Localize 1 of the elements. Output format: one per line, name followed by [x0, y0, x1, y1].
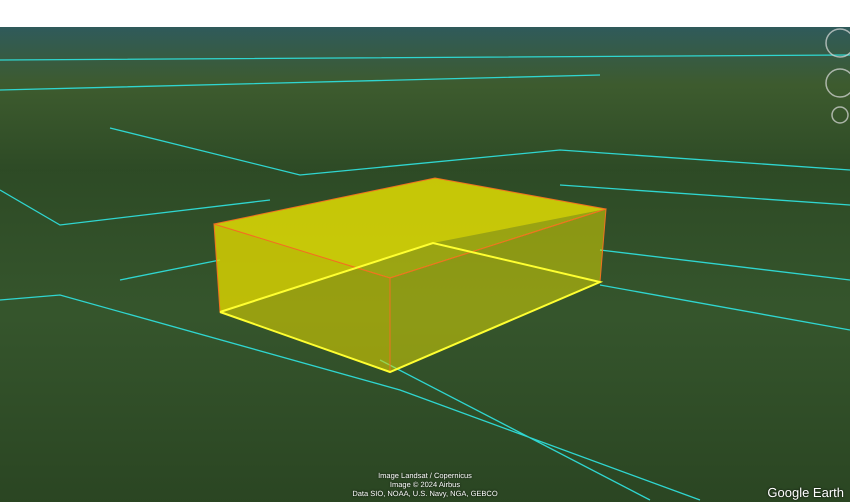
logo-text: Google Earth	[767, 485, 844, 500]
